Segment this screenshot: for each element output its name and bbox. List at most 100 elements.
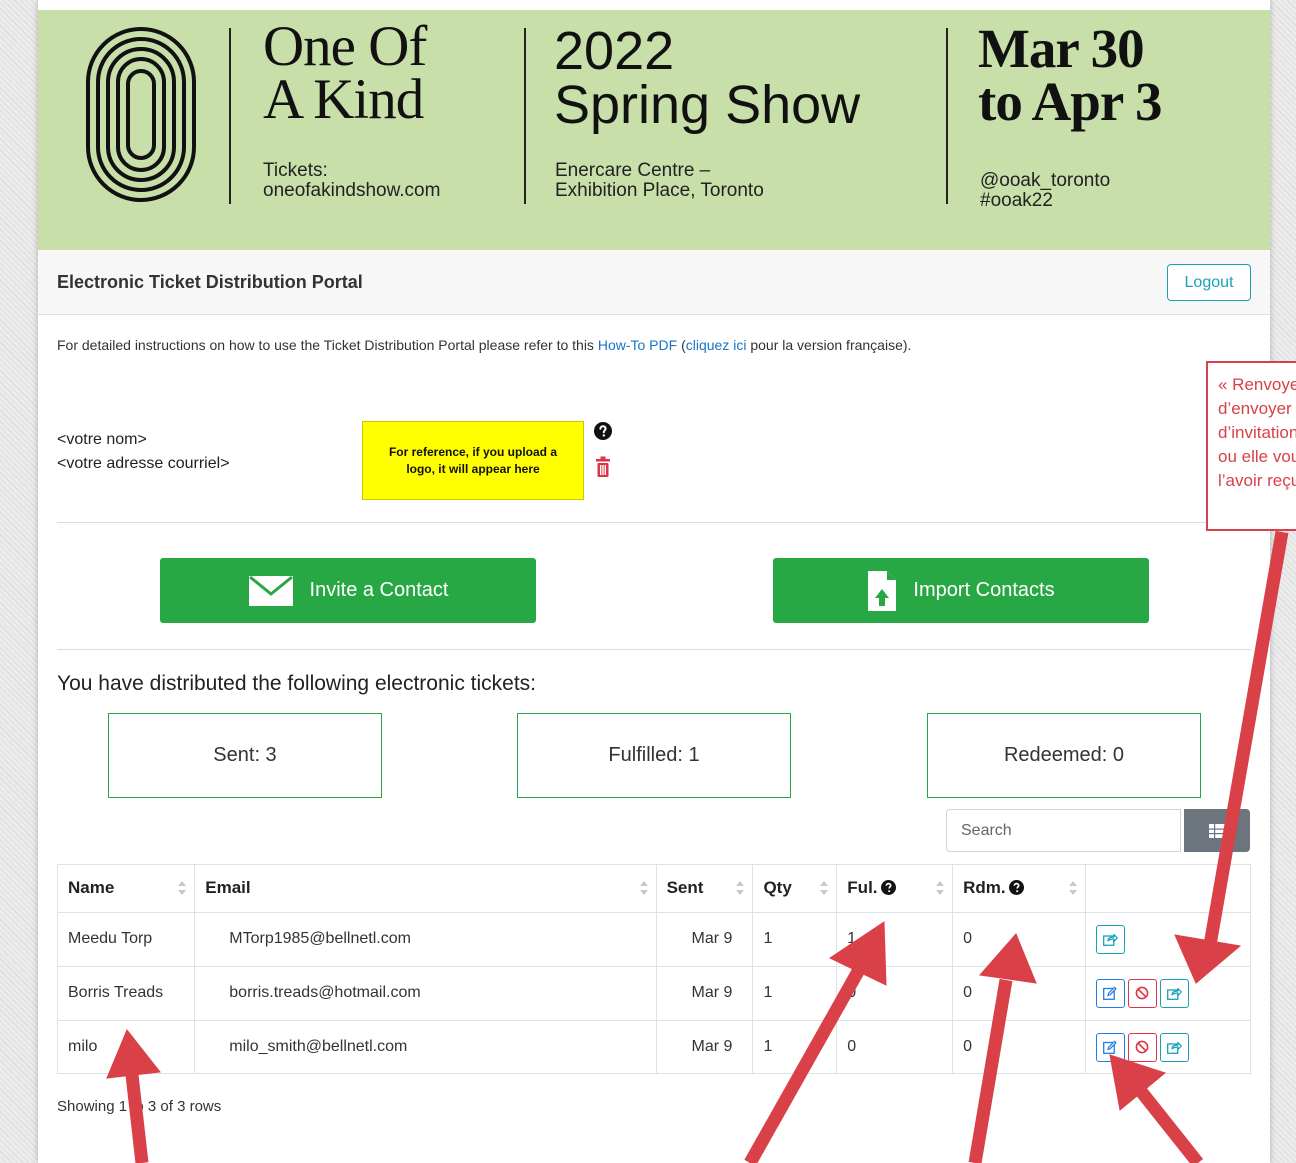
share-icon [1102, 933, 1118, 946]
columns-toggle-button[interactable] [1184, 809, 1250, 852]
invite-contact-button[interactable]: Invite a Contact [160, 558, 536, 623]
divider [57, 649, 1251, 650]
sort-icon [936, 881, 945, 896]
contacts-table: Name Email Sent Qty Ful. Rdm. Meedu Torp… [57, 864, 1251, 1074]
cell-sent: Mar 9 [656, 966, 754, 1021]
cell-qty: 1 [752, 912, 838, 967]
banner-divider [524, 28, 526, 204]
cell-rdm: 0 [952, 1020, 1086, 1074]
banner-divider [946, 28, 948, 204]
brand-name: One Of A Kind [263, 15, 427, 131]
question-circle-icon[interactable] [880, 880, 896, 896]
pagination-info: Showing 1 to 3 of 3 rows [57, 1098, 222, 1115]
invite-contact-label: Invite a Contact [309, 579, 449, 601]
col-actions [1085, 865, 1250, 913]
sort-icon [736, 881, 745, 896]
resend-button[interactable] [1095, 924, 1125, 954]
col-rdm[interactable]: Rdm. [952, 865, 1086, 913]
venue-info: Enercare Centre – Exhibition Place, Toro… [555, 160, 764, 201]
instructions-text: For detailed instructions on how to use … [57, 337, 911, 353]
instructions-suffix: pour la version française). [746, 337, 912, 353]
col-qty-label: Qty [763, 878, 792, 898]
edit-icon [1103, 1040, 1118, 1055]
col-qty[interactable]: Qty [752, 865, 838, 913]
cell-email: milo_smith@bellnetl.com [194, 1020, 657, 1074]
search-input[interactable] [946, 809, 1181, 852]
logout-button[interactable]: Logout [1167, 264, 1251, 301]
cell-sent: Mar 9 [656, 1020, 754, 1074]
import-contacts-button[interactable]: Import Contacts [773, 558, 1149, 623]
page-title: Electronic Ticket Distribution Portal [57, 272, 363, 292]
table-header-row: Name Email Sent Qty Ful. Rdm. [58, 865, 1250, 913]
annotation-callout: « Renvoyer » vous pe d’envoyer à nouveau… [1206, 361, 1296, 531]
ooak-logo-icon [86, 27, 196, 202]
question-circle-icon[interactable] [1008, 880, 1024, 896]
edit-button[interactable] [1095, 978, 1125, 1008]
edit-icon [1103, 986, 1118, 1000]
divider [57, 522, 1251, 523]
show-dates: Mar 30 to Apr 3 [978, 18, 1163, 132]
sort-icon [1068, 881, 1077, 896]
how-to-pdf-link[interactable]: How-To PDF [598, 337, 677, 353]
cancel-button[interactable] [1127, 1032, 1157, 1062]
sort-icon [178, 881, 187, 896]
show-title: 2022 Spring Show [554, 21, 861, 135]
annotation-line: l’avoir reçu ou l’avoir [1218, 471, 1296, 490]
col-sent-label: Sent [666, 878, 704, 898]
portal-page: One Of A Kind Tickets: oneofakindshow.co… [38, 0, 1270, 1163]
cell-email: MTorp1985@bellnetl.com [194, 912, 657, 967]
annotation-line: d’envoyer à nouveau [1218, 399, 1296, 418]
cell-ful: 0 [836, 1020, 954, 1074]
col-name-label: Name [68, 878, 115, 898]
col-email-label: Email [205, 878, 251, 898]
import-contacts-label: Import Contacts [913, 579, 1055, 601]
envelope-icon [248, 575, 294, 607]
col-ful-label: Ful. [847, 878, 878, 898]
col-email[interactable]: Email [194, 865, 657, 913]
edit-button[interactable] [1095, 1032, 1125, 1062]
user-email: <votre adresse courriel> [57, 455, 230, 472]
resend-button[interactable] [1159, 1032, 1189, 1062]
redeemed-stat: Redeemed: 0 [927, 713, 1201, 798]
sort-icon [820, 881, 829, 896]
cell-sent: Mar 9 [656, 912, 754, 967]
table-row: milo milo_smith@bellnetl.com Mar 9 1 0 0 [58, 1020, 1250, 1074]
cancel-button[interactable] [1127, 978, 1157, 1008]
table-row: Meedu Torp MTorp1985@bellnetl.com Mar 9 … [58, 912, 1250, 967]
user-name: <votre nom> [57, 431, 147, 448]
cell-name: Meedu Torp [58, 912, 196, 967]
sort-icon [639, 881, 648, 896]
col-ful[interactable]: Ful. [836, 865, 954, 913]
cell-rdm: 0 [952, 912, 1086, 967]
table-row: Borris Treads borris.treads@hotmail.com … [58, 966, 1250, 1021]
cell-email: borris.treads@hotmail.com [194, 966, 657, 1021]
sent-stat: Sent: 3 [108, 713, 382, 798]
banner-divider [229, 28, 231, 204]
share-icon [1166, 987, 1182, 1000]
cell-qty: 1 [752, 1020, 838, 1074]
cell-actions [1085, 912, 1250, 967]
portal-header: Electronic Ticket Distribution Portal Lo… [38, 250, 1270, 315]
distribution-heading: You have distributed the following elect… [57, 672, 537, 695]
user-info: <votre nom> <votre adresse courriel> [57, 428, 230, 476]
question-circle-icon[interactable] [594, 422, 612, 440]
logo-placeholder: For reference, if you upload a logo, it … [362, 421, 584, 500]
resend-button[interactable] [1159, 978, 1189, 1008]
share-icon [1166, 1041, 1182, 1054]
french-version-link[interactable]: cliquez ici [686, 337, 747, 353]
cell-name: milo [58, 1020, 196, 1074]
trash-icon[interactable] [595, 456, 611, 478]
col-name[interactable]: Name [58, 865, 196, 913]
ban-icon [1135, 986, 1149, 1000]
social-info: @ooak_toronto #ooak22 [980, 170, 1111, 211]
instructions-middle: ( [677, 337, 686, 353]
tickets-info: Tickets: oneofakindshow.com [263, 160, 441, 201]
cell-ful: 1 [836, 912, 954, 967]
col-rdm-label: Rdm. [963, 878, 1006, 898]
col-sent[interactable]: Sent [656, 865, 754, 913]
cell-actions [1085, 1020, 1250, 1074]
table-columns-icon [1209, 823, 1225, 838]
fulfilled-stat: Fulfilled: 1 [517, 713, 791, 798]
cell-ful: 0 [836, 966, 954, 1021]
cell-rdm: 0 [952, 966, 1086, 1021]
